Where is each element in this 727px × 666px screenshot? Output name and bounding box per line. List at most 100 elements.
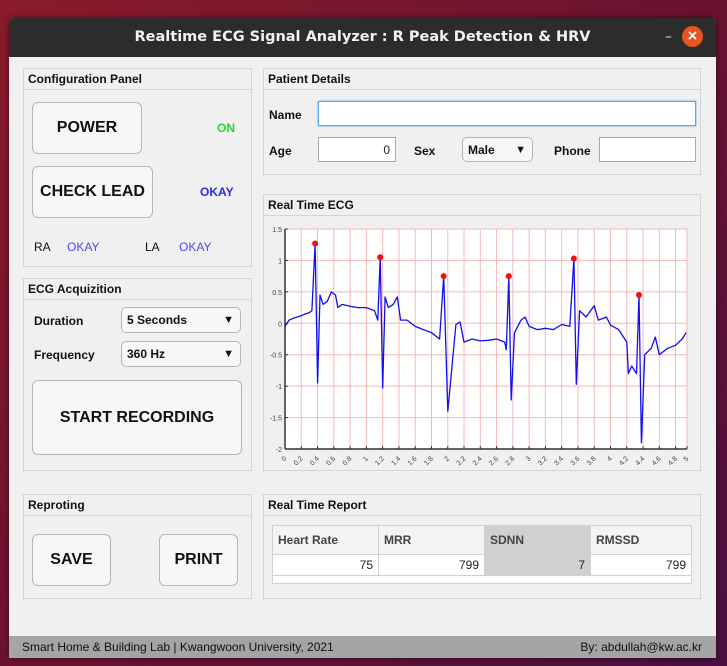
chevron-down-icon: ▼ xyxy=(223,314,234,326)
x-tick-label: 4.6 xyxy=(651,455,663,467)
x-tick-label: 3.2 xyxy=(537,455,549,467)
app-window: Realtime ECG Signal Analyzer : R Peak De… xyxy=(9,18,716,658)
r-peak-marker xyxy=(505,273,512,280)
rmssd-value[interactable]: 799 xyxy=(590,554,692,576)
x-tick-label: 4.4 xyxy=(635,455,647,467)
x-tick-label: 2 xyxy=(443,455,451,463)
x-tick-label: 0.4 xyxy=(309,455,321,467)
duration-value: 5 Seconds xyxy=(127,313,188,327)
x-tick-label: 1.6 xyxy=(407,455,419,467)
frequency-select[interactable]: 360 Hz ▼ xyxy=(121,341,241,367)
la-label: LA xyxy=(145,240,160,254)
x-tick-label: 0.8 xyxy=(342,455,354,467)
la-status: OKAY xyxy=(179,240,212,254)
name-input[interactable] xyxy=(318,101,696,126)
x-tick-label: 0.6 xyxy=(325,455,337,467)
x-tick-label: 2.4 xyxy=(472,455,484,467)
configuration-panel: Configuration Panel POWER ON CHECK LEAD … xyxy=(23,68,252,267)
x-tick-label: 1.8 xyxy=(423,455,435,467)
check-lead-status: OKAY xyxy=(200,185,234,199)
panel-title: Reproting xyxy=(24,495,251,516)
chevron-down-icon: ▼ xyxy=(223,348,234,360)
heart-rate-value[interactable]: 75 xyxy=(272,554,379,576)
print-button[interactable]: PRINT xyxy=(159,534,238,586)
empty-row xyxy=(272,575,692,584)
x-tick-label: 2.6 xyxy=(488,455,500,467)
check-lead-button[interactable]: CHECK LEAD xyxy=(32,166,153,218)
sex-select[interactable]: Male ▼ xyxy=(462,137,533,162)
y-tick-label: 1 xyxy=(278,258,282,265)
x-tick-label: 5 xyxy=(683,455,691,463)
x-tick-label: 4 xyxy=(606,455,614,463)
y-tick-label: 0.5 xyxy=(272,290,282,297)
x-tick-label: 3.6 xyxy=(570,455,582,467)
x-tick-label: 3.4 xyxy=(553,455,565,467)
x-tick-label: 0 xyxy=(281,455,289,463)
x-tick-label: 4.8 xyxy=(667,455,679,467)
y-tick-label: -0.5 xyxy=(270,353,282,360)
name-label: Name xyxy=(269,108,302,122)
r-peak-marker xyxy=(377,254,384,261)
phone-input[interactable] xyxy=(599,137,696,162)
save-button[interactable]: SAVE xyxy=(32,534,111,586)
duration-label: Duration xyxy=(34,314,84,328)
power-status: ON xyxy=(217,121,235,135)
r-peak-marker xyxy=(635,292,642,298)
x-tick-label: 1.2 xyxy=(374,455,386,467)
panel-title: Patient Details xyxy=(264,69,700,90)
y-tick-label: -2 xyxy=(276,447,282,454)
x-tick-label: 1 xyxy=(362,455,370,463)
chevron-down-icon: ▼ xyxy=(515,144,526,156)
r-peak-marker xyxy=(312,240,319,247)
ra-label: RA xyxy=(34,240,51,254)
sex-label: Sex xyxy=(414,144,436,158)
x-tick-label: 2.8 xyxy=(504,455,516,467)
status-bar: Smart Home & Building Lab | Kwangwoon Un… xyxy=(9,636,716,658)
title-bar: Realtime ECG Signal Analyzer : R Peak De… xyxy=(9,18,716,57)
reporting-panel: Reproting SAVE PRINT xyxy=(23,494,252,599)
col-sdnn[interactable]: SDNN xyxy=(484,525,591,555)
col-heart-rate[interactable]: Heart Rate xyxy=(272,525,379,555)
panel-title: Real Time ECG xyxy=(264,195,700,216)
sex-value: Male xyxy=(468,143,495,157)
x-tick-label: 4.2 xyxy=(618,455,630,467)
x-tick-label: 3.8 xyxy=(586,455,598,467)
frequency-value: 360 Hz xyxy=(127,347,166,361)
footer-lab-text: Smart Home & Building Lab | Kwangwoon Un… xyxy=(22,640,334,654)
close-icon[interactable]: × xyxy=(682,26,703,47)
power-button[interactable]: POWER xyxy=(32,102,142,154)
ecg-chart: 1.510.50-0.5-1-1.5-20 0.2 0.4 0.6 0.8 1 1.2 1.4… xyxy=(270,227,691,467)
table-row: 75 799 7 799 xyxy=(272,554,692,576)
report-panel: Real Time Report Heart Rate MRR SDNN RMS… xyxy=(263,494,701,599)
col-rmssd[interactable]: RMSSD xyxy=(590,525,692,555)
x-tick-label: 3 xyxy=(525,455,533,463)
x-tick-label: 1.4 xyxy=(391,455,403,467)
footer-author-email: By: abdullah@kw.ac.kr xyxy=(580,640,702,654)
y-tick-label: -1 xyxy=(276,384,282,391)
report-table: Heart Rate MRR SDNN RMSSD 75 799 7 799 xyxy=(272,525,692,584)
r-peak-marker xyxy=(440,273,447,280)
mrr-value[interactable]: 799 xyxy=(378,554,485,576)
start-recording-button[interactable]: START RECORDING xyxy=(32,380,242,455)
panel-title: Real Time Report xyxy=(264,495,700,516)
duration-select[interactable]: 5 Seconds ▼ xyxy=(121,307,241,333)
age-label: Age xyxy=(269,144,292,158)
ecg-acquisition-panel: ECG Acquizition Duration 5 Seconds ▼ Fre… xyxy=(23,278,252,471)
phone-label: Phone xyxy=(554,144,591,158)
sdnn-value[interactable]: 7 xyxy=(484,554,591,576)
r-peak-marker xyxy=(570,255,577,262)
frequency-label: Frequency xyxy=(34,348,95,362)
y-tick-label: -1.5 xyxy=(270,416,282,423)
report-header-row: Heart Rate MRR SDNN RMSSD xyxy=(272,525,692,555)
y-tick-label: 1.5 xyxy=(272,227,282,234)
panel-title: ECG Acquizition xyxy=(24,279,251,300)
ra-status: OKAY xyxy=(67,240,100,254)
panel-title: Configuration Panel xyxy=(24,69,251,90)
age-input[interactable] xyxy=(318,137,396,162)
col-mrr[interactable]: MRR xyxy=(378,525,485,555)
window-title: Realtime ECG Signal Analyzer : R Peak De… xyxy=(134,29,591,45)
x-tick-label: 0.2 xyxy=(293,455,305,467)
minimize-icon[interactable]: – xyxy=(665,29,672,45)
y-tick-label: 0 xyxy=(278,321,282,328)
x-tick-label: 2.2 xyxy=(456,455,468,467)
